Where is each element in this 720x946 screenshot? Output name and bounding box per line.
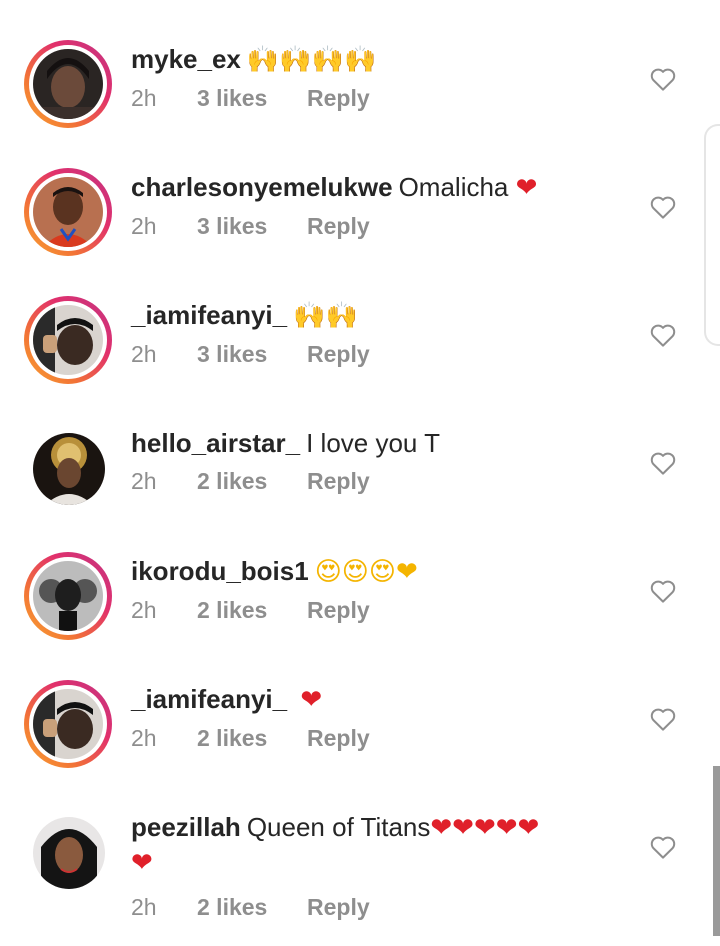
comment-username[interactable]: _iamifeanyi_ (131, 300, 287, 330)
reply-button[interactable]: Reply (307, 83, 370, 113)
heart-outline-icon[interactable] (648, 576, 678, 606)
comment-text: I love you T (306, 428, 441, 458)
comment-emoji-line2: ❤ (131, 848, 153, 878)
comment-time: 2h (131, 725, 157, 751)
reply-button[interactable]: Reply (307, 466, 370, 496)
comment-emoji: ❤❤❤❤❤ (430, 813, 540, 843)
scrollbar[interactable] (713, 766, 720, 936)
avatar[interactable] (24, 40, 112, 128)
comment-likes[interactable]: 2 likes (197, 595, 307, 625)
comment-emoji: ❤ (515, 173, 538, 203)
comment-likes[interactable]: 2 likes (197, 723, 307, 753)
avatar[interactable] (24, 424, 112, 512)
avatar[interactable] (24, 552, 112, 640)
avatar[interactable] (24, 168, 112, 256)
heart-outline-icon[interactable] (648, 832, 678, 862)
comment-username[interactable]: peezillah (131, 812, 241, 842)
comment-likes[interactable]: 3 likes (197, 83, 307, 113)
side-panel-handle[interactable] (704, 124, 720, 346)
comment-emoji: 🙌🙌 (293, 301, 358, 331)
reply-button[interactable]: Reply (307, 211, 370, 241)
comment-username[interactable]: _iamifeanyi_ (131, 684, 287, 714)
heart-outline-icon[interactable] (648, 320, 678, 350)
heart-outline-icon[interactable] (648, 448, 678, 478)
comment-likes[interactable]: 2 likes (197, 892, 307, 922)
avatar[interactable] (24, 808, 112, 896)
comment-time: 2h (131, 85, 157, 111)
comment-time: 2h (131, 597, 157, 623)
comment-likes[interactable]: 2 likes (197, 466, 307, 496)
comment-text: Queen of Titans (246, 812, 431, 842)
heart-outline-icon[interactable] (648, 192, 678, 222)
avatar[interactable] (24, 296, 112, 384)
comment-text: Omalicha (398, 172, 509, 202)
comment-likes[interactable]: 3 likes (197, 339, 307, 369)
comment-emoji: 😍😍😍❤ (314, 557, 418, 587)
comment-username[interactable]: charlesonyemelukwe (131, 172, 393, 202)
comment-likes[interactable]: 3 likes (197, 211, 307, 241)
reply-button[interactable]: Reply (307, 595, 370, 625)
comment-username[interactable]: myke_ex (131, 44, 241, 74)
comment-username[interactable]: hello_airstar_ (131, 428, 300, 458)
comment-time: 2h (131, 894, 157, 920)
comment-username[interactable]: ikorodu_bois1 (131, 556, 309, 586)
reply-button[interactable]: Reply (307, 723, 370, 753)
comment-time: 2h (131, 468, 157, 494)
avatar[interactable] (24, 680, 112, 768)
comment-emoji: ❤ (300, 685, 323, 715)
reply-button[interactable]: Reply (307, 892, 370, 922)
comment-emoji: 🙌🙌🙌🙌 (246, 45, 377, 75)
reply-button[interactable]: Reply (307, 339, 370, 369)
heart-outline-icon[interactable] (648, 64, 678, 94)
heart-outline-icon[interactable] (648, 704, 678, 734)
comment-time: 2h (131, 213, 157, 239)
comment-time: 2h (131, 341, 157, 367)
